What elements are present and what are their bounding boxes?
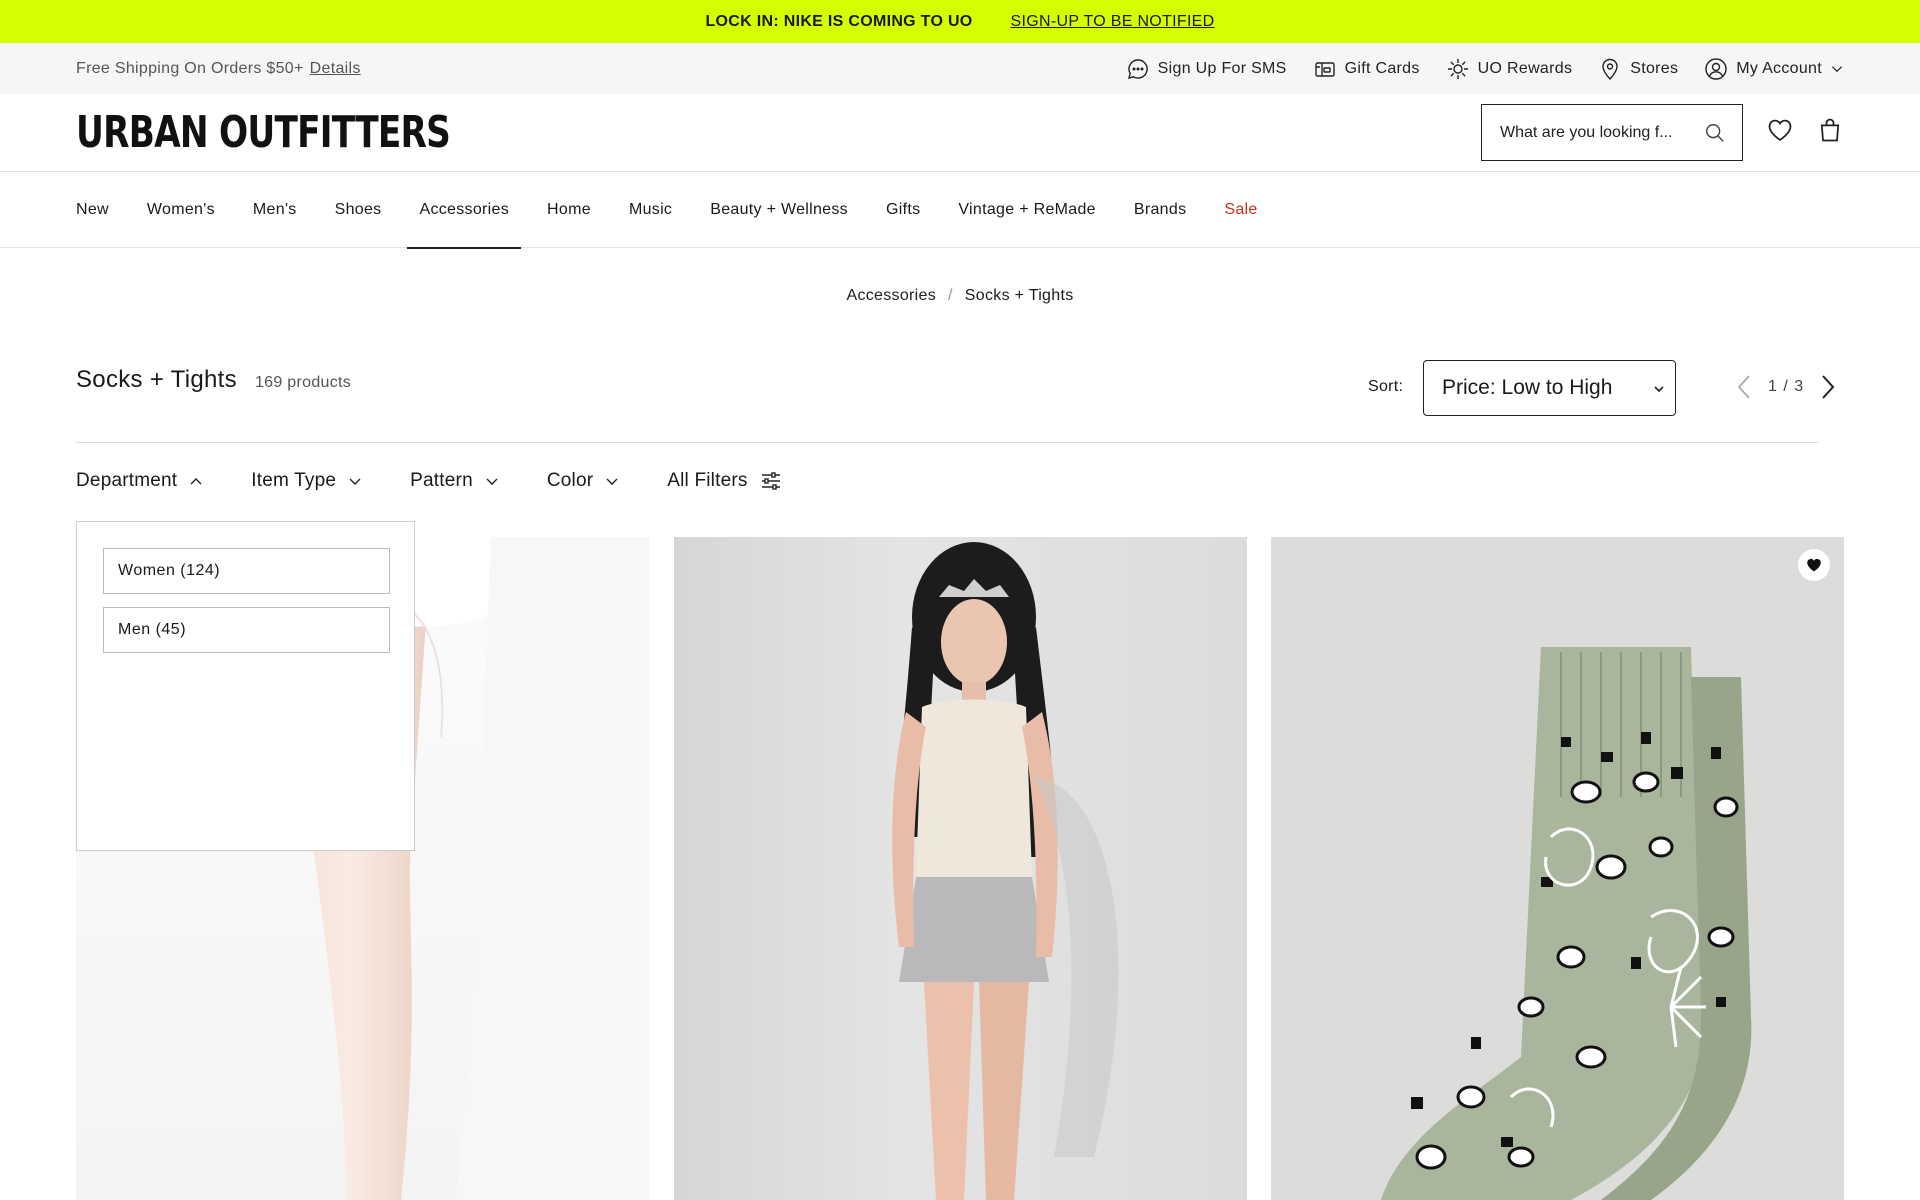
nav-item-sale[interactable]: Sale	[1224, 172, 1257, 248]
total-pages: 3	[1794, 378, 1805, 395]
nav-item-mens[interactable]: Men's	[253, 172, 297, 248]
nav-item-accessories[interactable]: Accessories	[407, 172, 521, 249]
gift-cards-link[interactable]: Gift Cards	[1313, 57, 1420, 81]
pagination: 1 / 3	[1730, 372, 1842, 402]
nav-item-beauty-wellness[interactable]: Beauty + Wellness	[710, 172, 848, 248]
main-navigation: New Women's Men's Shoes Accessories Home…	[0, 172, 1920, 249]
user-circle-icon	[1705, 57, 1727, 80]
shipping-notice: Free Shipping On Orders $50+ Details	[76, 60, 361, 78]
product-card[interactable]	[674, 537, 1247, 1200]
filter-all-filters[interactable]: All Filters	[667, 470, 781, 492]
search-input[interactable]	[1500, 123, 1690, 142]
uo-rewards-label: UO Rewards	[1477, 59, 1573, 77]
sort-label: Sort:	[1368, 378, 1404, 395]
filter-color[interactable]: Color	[547, 470, 619, 492]
my-account-link[interactable]: My Account	[1704, 57, 1844, 81]
department-option-women[interactable]: Women (124)	[103, 548, 390, 594]
nav-item-gifts[interactable]: Gifts	[886, 172, 920, 248]
shipping-details-link[interactable]: Details	[310, 60, 361, 78]
gift-cards-label: Gift Cards	[1344, 59, 1420, 77]
chevron-left-icon	[1737, 375, 1750, 399]
chevron-down-icon	[606, 478, 618, 485]
filter-pattern-label: Pattern	[410, 470, 473, 491]
page-separator: /	[1783, 378, 1789, 395]
sort-value: Price: Low to High	[1442, 376, 1613, 399]
breadcrumb: Accessories / Socks + Tights	[0, 287, 1920, 305]
product-count: 169 products	[254, 374, 352, 391]
heart-filled-icon	[1807, 558, 1821, 572]
divider	[76, 442, 1819, 443]
chevron-down-icon	[349, 478, 361, 485]
filter-pattern[interactable]: Pattern	[410, 470, 499, 492]
nav-item-home[interactable]: Home	[547, 172, 591, 248]
filter-color-label: Color	[546, 470, 594, 491]
chevron-down-icon	[1654, 386, 1664, 393]
search-icon[interactable]	[1704, 122, 1726, 144]
promo-headline: LOCK IN: NIKE IS COMING TO UO	[705, 12, 973, 30]
search-box[interactable]	[1481, 104, 1743, 161]
chevron-down-icon	[1831, 65, 1843, 72]
nav-item-new[interactable]: New	[76, 172, 109, 248]
nav-item-music[interactable]: Music	[629, 172, 672, 248]
listing-title-row: Socks + Tights 169 products	[76, 366, 351, 394]
wishlist-button[interactable]	[1798, 549, 1830, 581]
shipping-text: Free Shipping On Orders $50+	[76, 59, 304, 77]
sliders-icon	[761, 472, 780, 490]
page-title: Socks + Tights	[76, 366, 237, 393]
department-option-men[interactable]: Men (45)	[103, 607, 390, 653]
filter-department-label: Department	[76, 470, 178, 491]
chevron-right-icon	[1822, 375, 1835, 399]
breadcrumb-separator: /	[948, 287, 953, 304]
gift-card-icon	[1314, 61, 1335, 77]
nav-item-shoes[interactable]: Shoes	[335, 172, 382, 248]
sort-select[interactable]: Price: Low to High	[1423, 360, 1676, 416]
current-page: 1	[1768, 378, 1778, 395]
chevron-up-icon	[190, 478, 202, 485]
product-image-bandana-socks	[1381, 647, 1752, 1200]
bag-icon[interactable]	[1816, 116, 1844, 144]
next-page-button[interactable]	[1814, 372, 1842, 402]
sms-signup-link[interactable]: Sign Up For SMS	[1126, 57, 1287, 81]
promo-banner: LOCK IN: NIKE IS COMING TO UO SIGN-UP TO…	[0, 0, 1920, 43]
utility-bar: Free Shipping On Orders $50+ Details Sig…	[0, 43, 1920, 94]
product-image-model	[892, 542, 1119, 1200]
uo-rewards-link[interactable]: UO Rewards	[1446, 57, 1573, 81]
chevron-down-icon	[486, 478, 498, 485]
site-header: URBAN OUTFITTERS	[0, 94, 1920, 172]
breadcrumb-accessories[interactable]: Accessories	[846, 287, 936, 305]
stores-label: Stores	[1630, 59, 1679, 77]
product-card[interactable]	[1271, 537, 1844, 1200]
heart-icon[interactable]	[1766, 116, 1794, 144]
filter-item-type-label: Item Type	[251, 470, 337, 491]
filter-bar: Department Item Type Pattern Color All F…	[76, 470, 830, 492]
location-pin-icon	[1602, 58, 1618, 80]
sms-signup-label: Sign Up For SMS	[1157, 59, 1287, 77]
department-dropdown: Women (124) Men (45)	[76, 521, 415, 851]
nav-item-vintage-remade[interactable]: Vintage + ReMade	[958, 172, 1096, 248]
breadcrumb-current: Socks + Tights	[964, 287, 1074, 304]
filter-department[interactable]: Department	[76, 470, 203, 492]
nav-item-womens[interactable]: Women's	[147, 172, 215, 248]
all-filters-label: All Filters	[667, 470, 748, 491]
page-indicator: 1 / 3	[1768, 378, 1804, 396]
promo-signup-link[interactable]: SIGN-UP TO BE NOTIFIED	[1011, 13, 1215, 31]
previous-page-button[interactable]	[1730, 372, 1758, 402]
site-logo[interactable]: URBAN OUTFITTERS	[76, 107, 451, 158]
sparkle-icon	[1447, 58, 1468, 79]
filter-item-type[interactable]: Item Type	[251, 470, 362, 492]
stores-link[interactable]: Stores	[1598, 57, 1678, 81]
chat-bubble-icon	[1127, 58, 1148, 79]
nav-item-brands[interactable]: Brands	[1134, 172, 1187, 248]
utility-links: Sign Up For SMS Gift Cards UO Rewards St…	[1126, 57, 1844, 81]
my-account-label: My Account	[1736, 59, 1822, 77]
